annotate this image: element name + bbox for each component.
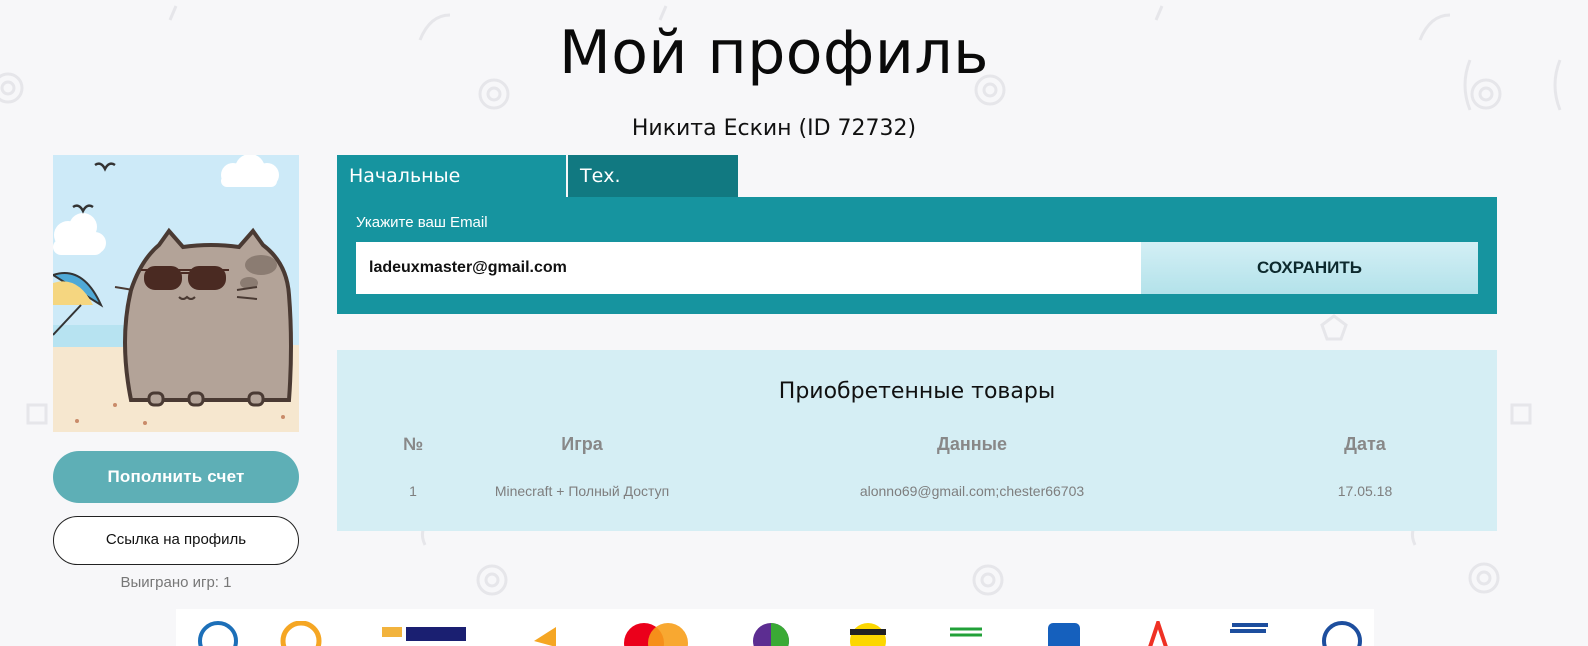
sberbank-icon <box>950 627 982 637</box>
email-input[interactable] <box>356 242 1141 294</box>
column-header-game: Игра <box>561 434 603 454</box>
games-won-count: Выиграно игр: 1 <box>120 574 232 591</box>
column-header-date: Дата <box>1344 434 1386 454</box>
yandex-money-icon <box>534 627 556 646</box>
avatar <box>53 155 299 432</box>
cell-game: Minecraft + Полный Доступ <box>494 483 670 499</box>
avatar-cat-image <box>53 155 299 432</box>
page-title: Мой профиль <box>558 18 990 88</box>
card-p-icon <box>1048 623 1080 646</box>
qiwi-icon <box>280 621 322 646</box>
email-settings-panel: Укажите ваш Email СОХРАНИТЬ <box>337 197 1497 314</box>
profile-link-button[interactable]: Ссылка на профиль <box>53 516 299 565</box>
pay-wheel-icon <box>753 623 789 646</box>
bank-card-icon <box>1230 623 1268 633</box>
alfa-bank-icon <box>1148 621 1168 646</box>
beeline-icon <box>850 623 886 646</box>
purchases-panel: Приобретенные товары № Игра Данные Дата … <box>337 350 1497 531</box>
tab-tech-support[interactable]: Тех. поддержка <box>568 155 738 230</box>
tab-initial-settings[interactable]: Начальные настройки <box>337 155 566 230</box>
cell-data: alonno69@gmail.com;chester66703 <box>859 483 1085 499</box>
column-header-number: № <box>402 434 424 454</box>
user-name-id: Никита Ескин (ID 72732) <box>631 116 917 141</box>
payment-methods-strip <box>176 609 1374 646</box>
webmoney-icon <box>198 621 238 646</box>
tab-bar: Начальные настройки Тех. поддержка <box>337 155 738 230</box>
cell-number: 1 <box>409 483 417 499</box>
cell-date: 17.05.18 <box>1337 483 1393 499</box>
globe-pay-icon <box>1322 621 1362 646</box>
topup-button[interactable]: Пополнить счет <box>53 451 299 503</box>
email-label: Укажите ваш Email <box>356 214 488 231</box>
column-header-data: Данные <box>937 434 1007 454</box>
purchases-title: Приобретенные товары <box>778 379 1056 404</box>
visa-icon <box>382 627 466 641</box>
mastercard-icon <box>624 623 688 646</box>
save-button[interactable]: СОХРАНИТЬ <box>1141 242 1478 294</box>
